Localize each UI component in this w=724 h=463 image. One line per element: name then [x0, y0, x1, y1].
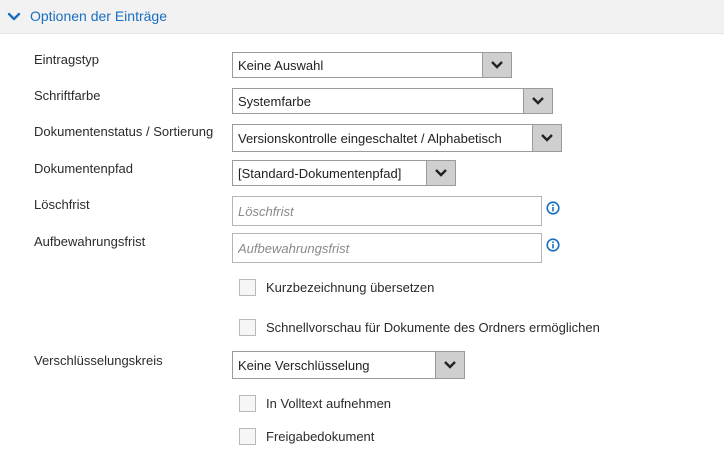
- chevron-down-icon: [491, 61, 503, 69]
- schriftfarbe-label: Schriftfarbe: [34, 88, 101, 103]
- info-icon[interactable]: [546, 238, 560, 252]
- eintragstyp-dropdown-button[interactable]: [482, 53, 511, 77]
- aufbewahrungsfrist-input[interactable]: [232, 233, 542, 263]
- freigabedokument-label: Freigabedokument: [266, 429, 375, 444]
- schriftfarbe-select[interactable]: Systemfarbe: [232, 88, 553, 114]
- volltext-label: In Volltext aufnehmen: [266, 396, 392, 411]
- verschluesselungskreis-select[interactable]: Keine Verschlüsselung: [232, 351, 465, 379]
- schnellvorschau-checkbox[interactable]: [239, 319, 256, 336]
- chevron-down-icon[interactable]: [7, 10, 21, 24]
- eintragstyp-label: Eintragstyp: [34, 52, 100, 67]
- section-title: Optionen der Einträge: [30, 8, 167, 24]
- dokumentenstatus-value: Versionskontrolle eingeschaltet / Alphab…: [238, 131, 502, 146]
- info-icon[interactable]: [546, 201, 560, 215]
- dokumentenpfad-dropdown-button[interactable]: [426, 161, 455, 185]
- dokumentenstatus-select[interactable]: Versionskontrolle eingeschaltet / Alphab…: [232, 124, 562, 152]
- chevron-down-icon: [532, 97, 544, 105]
- dokumentenpfad-value: [Standard-Dokumentenpfad]: [238, 166, 402, 181]
- schriftfarbe-dropdown-button[interactable]: [523, 89, 552, 113]
- verschluesselungskreis-dropdown-button[interactable]: [435, 352, 464, 378]
- kurzbezeichnung-checkbox[interactable]: [239, 279, 256, 296]
- aufbewahrungsfrist-label: Aufbewahrungsfrist: [34, 234, 146, 249]
- dokumentenstatus-dropdown-button[interactable]: [532, 125, 561, 151]
- dokumentenstatus-label: Dokumentenstatus / Sortierung: [34, 124, 214, 139]
- verschluesselungskreis-label: Verschlüsselungskreis: [34, 353, 163, 368]
- verschluesselungskreis-value: Keine Verschlüsselung: [238, 358, 370, 373]
- freigabedokument-checkbox[interactable]: [239, 428, 256, 445]
- chevron-down-icon: [444, 361, 456, 369]
- eintragstyp-value: Keine Auswahl: [238, 58, 324, 73]
- chevron-down-icon: [541, 134, 553, 142]
- section-header-optionen[interactable]: Optionen der Einträge: [0, 0, 724, 34]
- schnellvorschau-label: Schnellvorschau für Dokumente des Ordner…: [266, 320, 600, 335]
- schriftfarbe-value: Systemfarbe: [238, 94, 311, 109]
- dokumentenpfad-label: Dokumentenpfad: [34, 161, 134, 176]
- eintragstyp-select[interactable]: Keine Auswahl: [232, 52, 512, 78]
- kurzbezeichnung-label: Kurzbezeichnung übersetzen: [266, 280, 435, 295]
- dokumentenpfad-select[interactable]: [Standard-Dokumentenpfad]: [232, 160, 456, 186]
- loeschfrist-label: Löschfrist: [34, 197, 90, 212]
- chevron-down-icon: [435, 169, 447, 177]
- loeschfrist-input[interactable]: [232, 196, 542, 226]
- volltext-checkbox[interactable]: [239, 395, 256, 412]
